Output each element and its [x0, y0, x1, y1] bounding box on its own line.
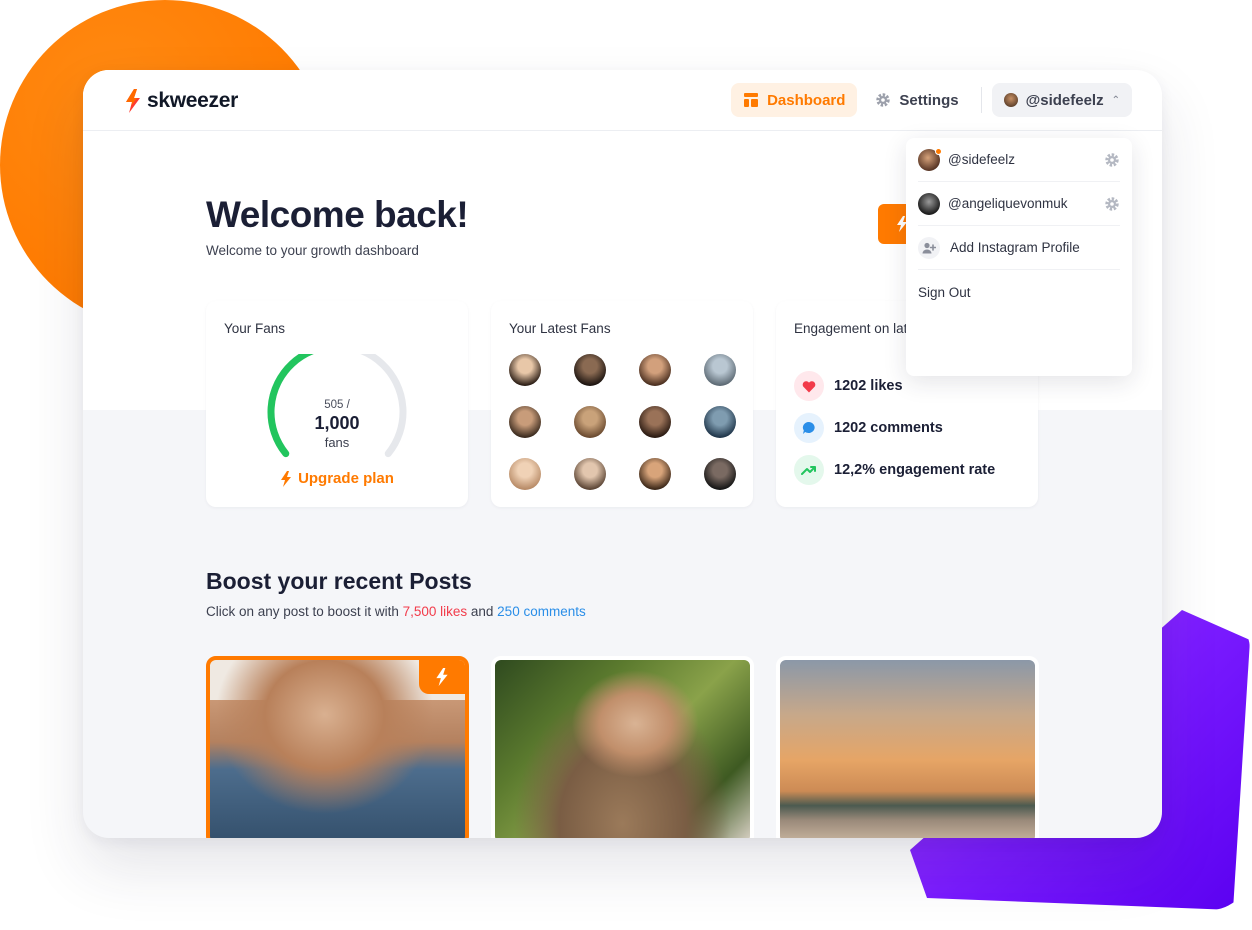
- fan-avatar[interactable]: [509, 458, 541, 490]
- fans-unit: fans: [324, 435, 350, 450]
- gear-icon: [876, 93, 891, 107]
- nav-settings-label: Settings: [899, 91, 959, 109]
- main-nav: Dashboard Settings @sidefeelz ⌃: [731, 83, 1132, 117]
- boost-subtitle-and: and: [467, 604, 498, 619]
- dropdown-profile-item[interactable]: @sidefeelz: [918, 138, 1120, 182]
- fans-limit: 1,000: [314, 413, 360, 433]
- engagement-likes: 1202 likes: [834, 378, 903, 394]
- nav-dashboard-button[interactable]: Dashboard: [731, 83, 858, 117]
- fans-card-title: Your Fans: [224, 321, 286, 336]
- fan-avatar[interactable]: [574, 406, 606, 438]
- fan-avatar[interactable]: [639, 354, 671, 386]
- fan-avatar[interactable]: [639, 406, 671, 438]
- bolt-icon: [126, 89, 140, 113]
- gear-icon[interactable]: [1104, 196, 1120, 212]
- boost-subtitle-prefix: Click on any post to boost it with: [206, 604, 403, 619]
- fans-card: Your Fans 505 / 1,000 fans Upgrade plan: [206, 301, 468, 507]
- sign-out-label: Sign Out: [918, 284, 971, 300]
- page-title: Welcome back!: [206, 194, 469, 235]
- chevron-up-icon: ⌃: [1111, 94, 1120, 106]
- dropdown-profile-item[interactable]: @angeliquevonmuk: [918, 182, 1120, 226]
- boost-section-subtitle: Click on any post to boost it with 7,500…: [206, 604, 586, 619]
- latest-fans-card: Your Latest Fans: [491, 301, 753, 507]
- gear-icon[interactable]: [1104, 152, 1120, 168]
- top-navigation-bar: skweezer Dashboard Settings @sidefeelz ⌃: [83, 70, 1162, 131]
- boost-likes-amount: 7,500 likes: [402, 604, 468, 619]
- boost-comments-amount: 250 comments: [497, 604, 586, 619]
- fan-avatar[interactable]: [574, 458, 606, 490]
- engagement-comments: 1202 comments: [834, 420, 943, 436]
- avatar: [918, 147, 942, 171]
- upgrade-plan-label: Upgrade plan: [298, 470, 394, 487]
- profile-dropdown-menu: @sidefeelz @angeliquevonmuk Add Instagra…: [906, 138, 1132, 376]
- trending-up-icon: [794, 455, 824, 485]
- profile-handle: @sidefeelz: [1025, 91, 1104, 109]
- engagement-rate: 12,2% engagement rate: [834, 462, 996, 478]
- heart-icon: [794, 371, 824, 401]
- dropdown-profile-handle: @angeliquevonmuk: [948, 196, 1068, 211]
- nav-divider: [980, 87, 982, 113]
- nav-settings-button[interactable]: Settings: [863, 83, 970, 117]
- app-name: skweezer: [147, 89, 239, 112]
- bolt-icon: [281, 470, 292, 487]
- sign-out-item[interactable]: Sign Out: [918, 270, 1120, 314]
- fan-avatar[interactable]: [574, 354, 606, 386]
- active-indicator: [935, 147, 942, 155]
- chat-bubble-icon: [794, 413, 824, 443]
- post-thumbnail[interactable]: [491, 656, 754, 838]
- profile-switcher-button[interactable]: @sidefeelz ⌃: [991, 83, 1132, 117]
- boost-badge: [419, 660, 465, 694]
- latest-fans-grid: [509, 354, 739, 490]
- fan-avatar[interactable]: [509, 406, 541, 438]
- post-thumbnail[interactable]: [776, 656, 1039, 838]
- bolt-icon: [436, 668, 448, 686]
- upgrade-plan-link[interactable]: Upgrade plan: [206, 470, 468, 487]
- avatar: [1003, 93, 1018, 107]
- add-profile-label: Add Instagram Profile: [950, 240, 1080, 255]
- fans-current: 505 /: [324, 399, 350, 411]
- fan-avatar[interactable]: [704, 406, 736, 438]
- boost-section-title: Boost your recent Posts: [206, 568, 472, 594]
- layout-icon: [744, 93, 759, 107]
- fan-avatar[interactable]: [704, 354, 736, 386]
- avatar: [918, 192, 940, 215]
- app-window: skweezer Dashboard Settings @sidefeelz ⌃…: [83, 70, 1162, 838]
- add-instagram-profile-item[interactable]: Add Instagram Profile: [918, 226, 1120, 270]
- fan-avatar[interactable]: [704, 458, 736, 490]
- engagement-rate-row: 12,2% engagement rate: [794, 449, 995, 491]
- latest-fans-title: Your Latest Fans: [509, 321, 611, 336]
- user-plus-icon: [918, 236, 940, 259]
- nav-dashboard-label: Dashboard: [767, 91, 846, 109]
- page-subtitle: Welcome to your growth dashboard: [206, 243, 419, 258]
- dropdown-profile-handle: @sidefeelz: [948, 152, 1015, 167]
- fans-gauge: 505 / 1,000 fans: [267, 342, 407, 464]
- fan-avatar[interactable]: [639, 458, 671, 490]
- fans-gauge-label: 505 / 1,000 fans: [267, 399, 407, 450]
- engagement-comments-row: 1202 comments: [794, 407, 995, 449]
- engagement-list: 1202 likes 1202 comments 12,2% engagemen…: [794, 365, 995, 491]
- post-thumbnail-selected[interactable]: [206, 656, 469, 838]
- app-logo[interactable]: skweezer: [123, 88, 238, 114]
- fan-avatar[interactable]: [509, 354, 541, 386]
